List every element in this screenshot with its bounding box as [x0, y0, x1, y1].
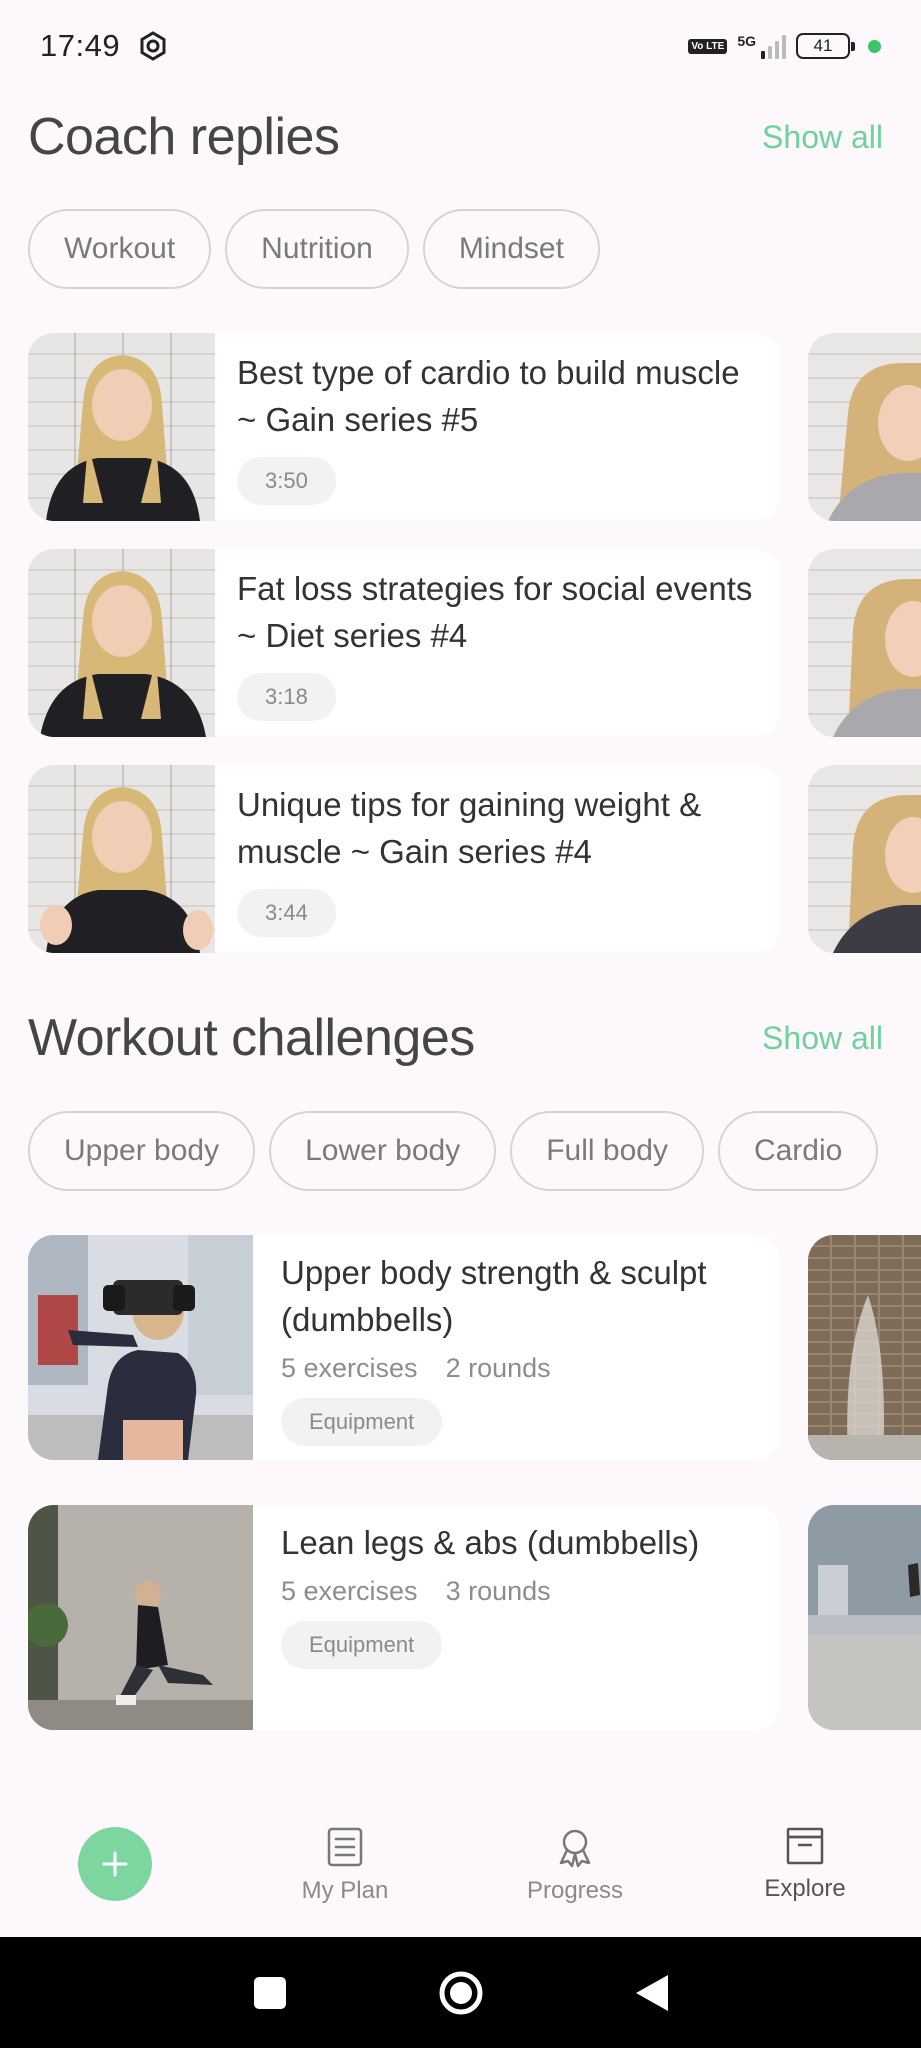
round-count: 2 rounds [445, 1353, 551, 1383]
coach-card-row: Best type of cardio to build muscle ~ Ga… [28, 333, 921, 521]
equipment-badge: Equipment [281, 1621, 443, 1669]
coach-person-image [40, 787, 213, 953]
add-button[interactable] [78, 1827, 152, 1901]
workout-card[interactable]: Lean legs & abs (dumbbells) 5 exercises … [28, 1505, 780, 1730]
chip-lower-body[interactable]: Lower body [269, 1111, 497, 1191]
next-card-peek[interactable] [808, 549, 921, 737]
nav-progress[interactable]: Progress [495, 1827, 655, 1905]
workout-thumbnail [28, 1235, 253, 1460]
status-bar: 17:49 Vo LTE 5G 41 [0, 0, 921, 92]
battery-icon: 41 [796, 33, 855, 59]
next-card-peek[interactable] [808, 765, 921, 953]
chip-upper-body[interactable]: Upper body [28, 1111, 256, 1191]
coach-card-title: Fat loss strategies for social events ~ … [237, 570, 753, 654]
coach-show-all-link[interactable]: Show all [762, 119, 883, 156]
plus-icon [102, 1851, 128, 1877]
recent-apps-icon[interactable] [252, 1975, 288, 2011]
workout-card-row: Lean legs & abs (dumbbells) 5 exercises … [28, 1505, 921, 1730]
coach-replies-title: Coach replies [28, 108, 340, 166]
video-thumbnail [28, 333, 215, 521]
coach-person-image [40, 571, 206, 737]
settings-gear-icon [140, 31, 166, 61]
bottom-navigation: My Plan Progress Explore [0, 1795, 921, 1937]
workout-card-title: Lean legs & abs (dumbbells) [281, 1524, 700, 1561]
next-workout-peek[interactable] [808, 1235, 921, 1460]
chip-workout[interactable]: Workout [28, 209, 212, 289]
video-thumbnail [28, 765, 215, 953]
home-icon[interactable] [438, 1970, 484, 2016]
plan-icon [327, 1827, 363, 1867]
coach-card-title: Best type of cardio to build muscle ~ Ga… [237, 354, 740, 438]
coach-filter-chips: Workout Nutrition Mindset [28, 209, 600, 289]
battery-level: 41 [813, 36, 833, 55]
nav-my-plan[interactable]: My Plan [265, 1827, 425, 1905]
coach-card-row: Unique tips for gaining weight & muscle … [28, 765, 921, 953]
duration-badge: 3:18 [237, 673, 336, 721]
award-icon [559, 1829, 591, 1867]
chip-full-body[interactable]: Full body [510, 1111, 704, 1191]
coach-person-image [46, 355, 200, 521]
status-indicators: Vo LTE 5G 41 [688, 33, 881, 59]
network-type: 5G [737, 33, 756, 49]
privacy-dot-icon [868, 39, 881, 53]
exercise-count: 5 exercises [281, 1353, 418, 1383]
exercise-count: 5 exercises [281, 1576, 418, 1606]
archive-icon [786, 1827, 824, 1865]
chip-mindset[interactable]: Mindset [422, 209, 600, 289]
coach-card[interactable]: Best type of cardio to build muscle ~ Ga… [28, 333, 780, 521]
workout-image [28, 1505, 253, 1730]
coach-card-title: Unique tips for gaining weight & muscle … [237, 786, 702, 870]
system-navigation-bar [0, 1937, 921, 2048]
workout-card[interactable]: Upper body strength & sculpt (dumbbells)… [28, 1235, 780, 1460]
signal-icon: 5G [737, 33, 786, 59]
coach-card[interactable]: Unique tips for gaining weight & muscle … [28, 765, 780, 953]
coach-card[interactable]: Fat loss strategies for social events ~ … [28, 549, 780, 737]
nav-explore-label: Explore [764, 1875, 846, 1902]
nav-my-plan-label: My Plan [301, 1877, 389, 1904]
workout-challenges-header: Workout challenges Show all [28, 1005, 883, 1071]
back-icon[interactable] [634, 1973, 670, 2013]
nav-progress-label: Progress [526, 1877, 624, 1904]
next-card-peek[interactable] [808, 333, 921, 521]
next-workout-peek[interactable] [808, 1505, 921, 1730]
status-time: 17:49 [40, 28, 121, 63]
workout-thumbnail [28, 1505, 253, 1730]
workout-card-title: Upper body strength & sculpt (dumbbells) [281, 1254, 707, 1338]
chip-nutrition[interactable]: Nutrition [225, 209, 409, 289]
workout-card-row: Upper body strength & sculpt (dumbbells)… [28, 1235, 921, 1460]
coach-replies-header: Coach replies Show all [28, 104, 883, 170]
workout-image [28, 1235, 253, 1460]
duration-badge: 3:50 [237, 457, 336, 505]
chip-cardio[interactable]: Cardio [717, 1111, 879, 1191]
challenges-show-all-link[interactable]: Show all [762, 1020, 883, 1057]
round-count: 3 rounds [445, 1576, 551, 1606]
coach-card-row: Fat loss strategies for social events ~ … [28, 549, 921, 737]
volte-badge: Vo LTE [688, 38, 728, 54]
nav-explore[interactable]: Explore [725, 1827, 885, 1903]
challenge-filter-chips: Upper body Lower body Full body Cardio [28, 1111, 879, 1191]
video-thumbnail [28, 549, 215, 737]
workout-challenges-title: Workout challenges [28, 1009, 475, 1067]
equipment-badge: Equipment [281, 1398, 443, 1446]
duration-badge: 3:44 [237, 889, 336, 937]
